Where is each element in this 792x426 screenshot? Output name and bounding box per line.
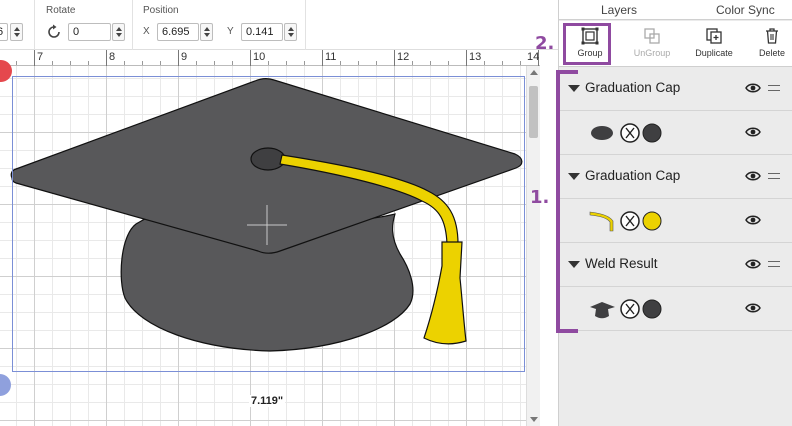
- y-position-stepper[interactable]: [284, 23, 297, 41]
- delete-button-label: Delete: [758, 48, 785, 58]
- design-canvas[interactable]: 7 8 9 10 11 12 13 14 7.119": [0, 50, 540, 426]
- layer-actions-toolbar: Group UnGroup Duplicate Delete: [559, 21, 792, 67]
- rotate-label: Rotate: [46, 5, 76, 16]
- x-position-input[interactable]: 6.695: [157, 23, 199, 41]
- rotate-input[interactable]: 0: [68, 23, 111, 41]
- eye-icon[interactable]: [745, 258, 761, 270]
- width-stepper[interactable]: [10, 23, 23, 41]
- vertical-scrollbar[interactable]: [526, 66, 540, 426]
- layer-group-row[interactable]: Graduation Cap: [559, 67, 792, 111]
- duplicate-button[interactable]: Duplicate: [687, 23, 741, 63]
- ruler-major-tick: [394, 50, 395, 66]
- layer-item-row[interactable]: [559, 287, 792, 331]
- ruler-label: 9: [181, 51, 188, 63]
- trash-icon: [766, 28, 778, 44]
- layer-group-row[interactable]: Graduation Cap: [559, 155, 792, 199]
- ruler-major-tick: [34, 50, 35, 66]
- layer-group-title: Weld Result: [585, 256, 658, 271]
- drag-handle-icon[interactable]: [768, 261, 780, 267]
- eye-icon[interactable]: [745, 82, 761, 94]
- toolbar-divider: [34, 0, 35, 50]
- annotation-label-one: 1.: [530, 187, 550, 208]
- ruler-major-tick: [178, 50, 179, 66]
- ruler-label: 7: [37, 51, 44, 63]
- toolbar-divider: [305, 0, 306, 50]
- layer-thumbnail: [591, 123, 662, 143]
- annotation-bracket: [556, 70, 578, 333]
- panel-tabs: Layers Color Sync: [559, 0, 792, 20]
- ungroup-icon: [644, 28, 660, 44]
- layer-group-row[interactable]: Weld Result: [559, 243, 792, 287]
- group-highlight: [563, 23, 611, 65]
- eye-icon[interactable]: [745, 214, 761, 226]
- ruler-label: 12: [397, 51, 410, 63]
- drag-handle-icon[interactable]: [768, 173, 780, 179]
- eye-icon[interactable]: [745, 126, 761, 138]
- layer-item-row[interactable]: [559, 111, 792, 155]
- drag-handle-icon[interactable]: [768, 85, 780, 91]
- horizontal-ruler: 7 8 9 10 11 12 13 14: [0, 50, 540, 66]
- eye-icon[interactable]: [745, 170, 761, 182]
- ungroup-button[interactable]: UnGroup: [625, 23, 679, 63]
- scroll-thumb[interactable]: [529, 86, 538, 138]
- tab-layers[interactable]: Layers: [601, 3, 637, 17]
- width-field[interactable]: 6: [0, 23, 8, 41]
- selection-box[interactable]: [12, 76, 525, 372]
- x-position-stepper[interactable]: [200, 23, 213, 41]
- ruler-label: 10: [253, 51, 266, 63]
- position-label: Position: [143, 5, 179, 16]
- y-position-input[interactable]: 0.141: [241, 23, 283, 41]
- layer-thumbnail: [590, 299, 662, 319]
- y-axis-label: Y: [227, 26, 234, 37]
- toolbar-divider: [132, 0, 133, 50]
- ruler-major-tick: [250, 50, 251, 66]
- duplicate-button-label: Duplicate: [695, 48, 733, 58]
- ruler-major-tick: [322, 50, 323, 66]
- rotate-icon[interactable]: [46, 24, 62, 40]
- tab-color-sync[interactable]: Color Sync: [716, 3, 775, 17]
- ungroup-button-label: UnGroup: [633, 48, 671, 58]
- layer-item-row[interactable]: [559, 199, 792, 243]
- ruler-label: 13: [469, 51, 482, 63]
- duplicate-icon: [706, 28, 722, 44]
- ruler-label: 11: [325, 51, 337, 63]
- rotate-stepper[interactable]: [112, 23, 125, 41]
- annotation-label-two: 2.: [535, 33, 555, 54]
- scroll-down-icon[interactable]: [530, 417, 538, 422]
- width-dimension-label: 7.119": [249, 395, 286, 407]
- layer-group-title: Graduation Cap: [585, 168, 681, 183]
- eye-icon[interactable]: [745, 302, 761, 314]
- ruler-label: 8: [109, 51, 116, 63]
- delete-button[interactable]: Delete: [745, 23, 792, 63]
- layers-panel: Layers Color Sync Group UnGroup Duplicat…: [558, 0, 792, 426]
- layer-group-title: Graduation Cap: [585, 80, 681, 95]
- scroll-up-icon[interactable]: [530, 70, 538, 75]
- x-axis-label: X: [143, 26, 150, 37]
- ruler-major-tick: [466, 50, 467, 66]
- ruler-major-tick: [106, 50, 107, 66]
- layer-thumbnail: [589, 211, 662, 232]
- properties-toolbar: 6 Rotate 0 Position X 6.695 Y 0.141: [0, 0, 558, 50]
